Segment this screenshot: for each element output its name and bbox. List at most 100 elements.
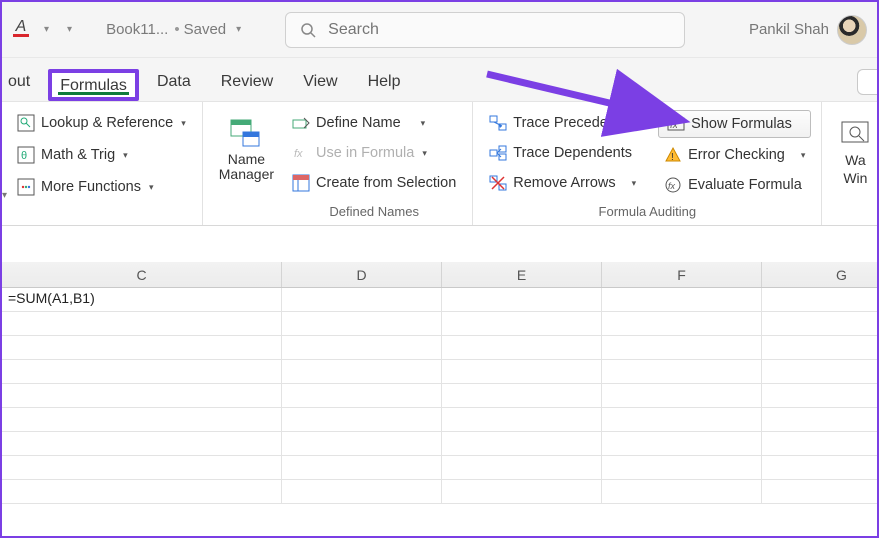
trace-dependents-button[interactable]: Trace Dependents: [483, 140, 642, 166]
defined-names-label: Defined Names: [286, 201, 462, 221]
spreadsheet-grid[interactable]: C D E F G =SUM(A1,B1): [2, 262, 877, 504]
cell[interactable]: [762, 384, 879, 407]
colhead-g[interactable]: G: [762, 262, 879, 287]
cell[interactable]: [2, 456, 282, 479]
more-functions-button[interactable]: More Functions▾: [11, 174, 192, 200]
cell[interactable]: [762, 432, 879, 455]
title-bar: A ▾ ▾ Book11... Saved ▾ Pankil Shah: [2, 2, 877, 58]
tab-data[interactable]: Data: [145, 65, 203, 101]
define-name-button[interactable]: Define Name ▾: [286, 110, 462, 136]
cell[interactable]: [442, 288, 602, 311]
cell[interactable]: [282, 312, 442, 335]
search-box[interactable]: [285, 12, 685, 48]
cell[interactable]: [2, 384, 282, 407]
svg-text:fx: fx: [670, 120, 679, 131]
group-formula-auditing: Trace Precedents Trace Dependents Remove…: [473, 102, 822, 225]
cell[interactable]: [602, 384, 762, 407]
cell[interactable]: [762, 312, 879, 335]
tab-view[interactable]: View: [291, 65, 349, 101]
cell[interactable]: [762, 360, 879, 383]
math-trig-button[interactable]: θ Math & Trig▾: [11, 142, 192, 168]
cell[interactable]: [442, 336, 602, 359]
watch-window-icon: [838, 116, 872, 150]
cell[interactable]: [442, 384, 602, 407]
watch-window-button[interactable]: Wa Win: [832, 110, 878, 192]
lookup-reference-button[interactable]: Lookup & Reference▾: [11, 110, 192, 136]
evaluate-formula-button[interactable]: fx Evaluate Formula: [658, 172, 811, 198]
tab-formulas[interactable]: Formulas: [48, 69, 139, 101]
cell[interactable]: [602, 480, 762, 503]
cell[interactable]: [602, 336, 762, 359]
colhead-d[interactable]: D: [282, 262, 442, 287]
svg-text:!: !: [671, 152, 674, 163]
colhead-f[interactable]: F: [602, 262, 762, 287]
doc-dropdown[interactable]: ▾: [232, 20, 245, 39]
cell[interactable]: [762, 480, 879, 503]
cell[interactable]: [762, 408, 879, 431]
cell[interactable]: [442, 432, 602, 455]
math-icon: θ: [17, 146, 35, 164]
remove-arrows-button[interactable]: Remove Arrows ▾: [483, 170, 642, 196]
cell[interactable]: [442, 480, 602, 503]
cell[interactable]: [282, 360, 442, 383]
formula-auditing-label: Formula Auditing: [483, 201, 811, 221]
share-button-partial[interactable]: [857, 69, 877, 95]
cell[interactable]: [282, 408, 442, 431]
cell[interactable]: [602, 312, 762, 335]
cell[interactable]: [2, 432, 282, 455]
cell[interactable]: [762, 456, 879, 479]
cell[interactable]: [2, 480, 282, 503]
cell[interactable]: [602, 456, 762, 479]
cell[interactable]: [442, 312, 602, 335]
group-function-library: Lookup & Reference▾ θ Math & Trig▾ More …: [7, 102, 203, 225]
qat-customize-dropdown[interactable]: ▾: [63, 20, 76, 39]
tab-review[interactable]: Review: [209, 65, 285, 101]
search-input[interactable]: [328, 21, 670, 39]
tab-help[interactable]: Help: [356, 65, 413, 101]
name-manager-button[interactable]: Name Manager: [213, 110, 280, 221]
create-selection-icon: [292, 174, 310, 192]
cell[interactable]: [602, 360, 762, 383]
trace-precedents-button[interactable]: Trace Precedents: [483, 110, 642, 136]
error-checking-button[interactable]: ! Error Checking ▾: [658, 142, 811, 168]
cell[interactable]: [602, 408, 762, 431]
save-status: Saved: [174, 21, 226, 38]
cell[interactable]: [602, 432, 762, 455]
cell[interactable]: [442, 360, 602, 383]
cell[interactable]: [2, 408, 282, 431]
user-account[interactable]: Pankil Shah: [749, 15, 867, 45]
cell[interactable]: [762, 288, 879, 311]
cell[interactable]: [2, 336, 282, 359]
cell[interactable]: [282, 336, 442, 359]
cell[interactable]: [442, 456, 602, 479]
font-color-dropdown[interactable]: ▾: [40, 20, 53, 39]
show-formulas-icon: fx: [667, 115, 685, 133]
name-manager-label: Name Manager: [219, 152, 274, 183]
cell[interactable]: [2, 312, 282, 335]
group-name-manager: Name Manager Define Name ▾ fx Use in For…: [203, 102, 474, 225]
grid-row: [2, 480, 877, 504]
grid-row: [2, 384, 877, 408]
cell[interactable]: [2, 360, 282, 383]
svg-text:fx: fx: [668, 181, 676, 191]
evaluate-formula-icon: fx: [664, 176, 682, 194]
cell[interactable]: [282, 456, 442, 479]
cell[interactable]: [282, 384, 442, 407]
font-color-button[interactable]: A: [12, 20, 30, 40]
svg-text:θ: θ: [21, 150, 27, 162]
cell[interactable]: [442, 408, 602, 431]
cell[interactable]: [282, 480, 442, 503]
column-headers: C D E F G: [2, 262, 877, 288]
use-in-formula-button: fx Use in Formula▾: [286, 140, 462, 166]
colhead-e[interactable]: E: [442, 262, 602, 287]
colhead-c[interactable]: C: [2, 262, 282, 287]
tab-partial-left[interactable]: out: [6, 65, 42, 101]
cell[interactable]: [282, 432, 442, 455]
cell[interactable]: [282, 288, 442, 311]
cell[interactable]: [602, 288, 762, 311]
show-formulas-button[interactable]: fx Show Formulas: [658, 110, 811, 138]
cell[interactable]: =SUM(A1,B1): [2, 288, 282, 311]
cell[interactable]: [762, 336, 879, 359]
create-from-selection-button[interactable]: Create from Selection: [286, 170, 462, 196]
document-title[interactable]: Book11... Saved ▾: [106, 20, 245, 39]
